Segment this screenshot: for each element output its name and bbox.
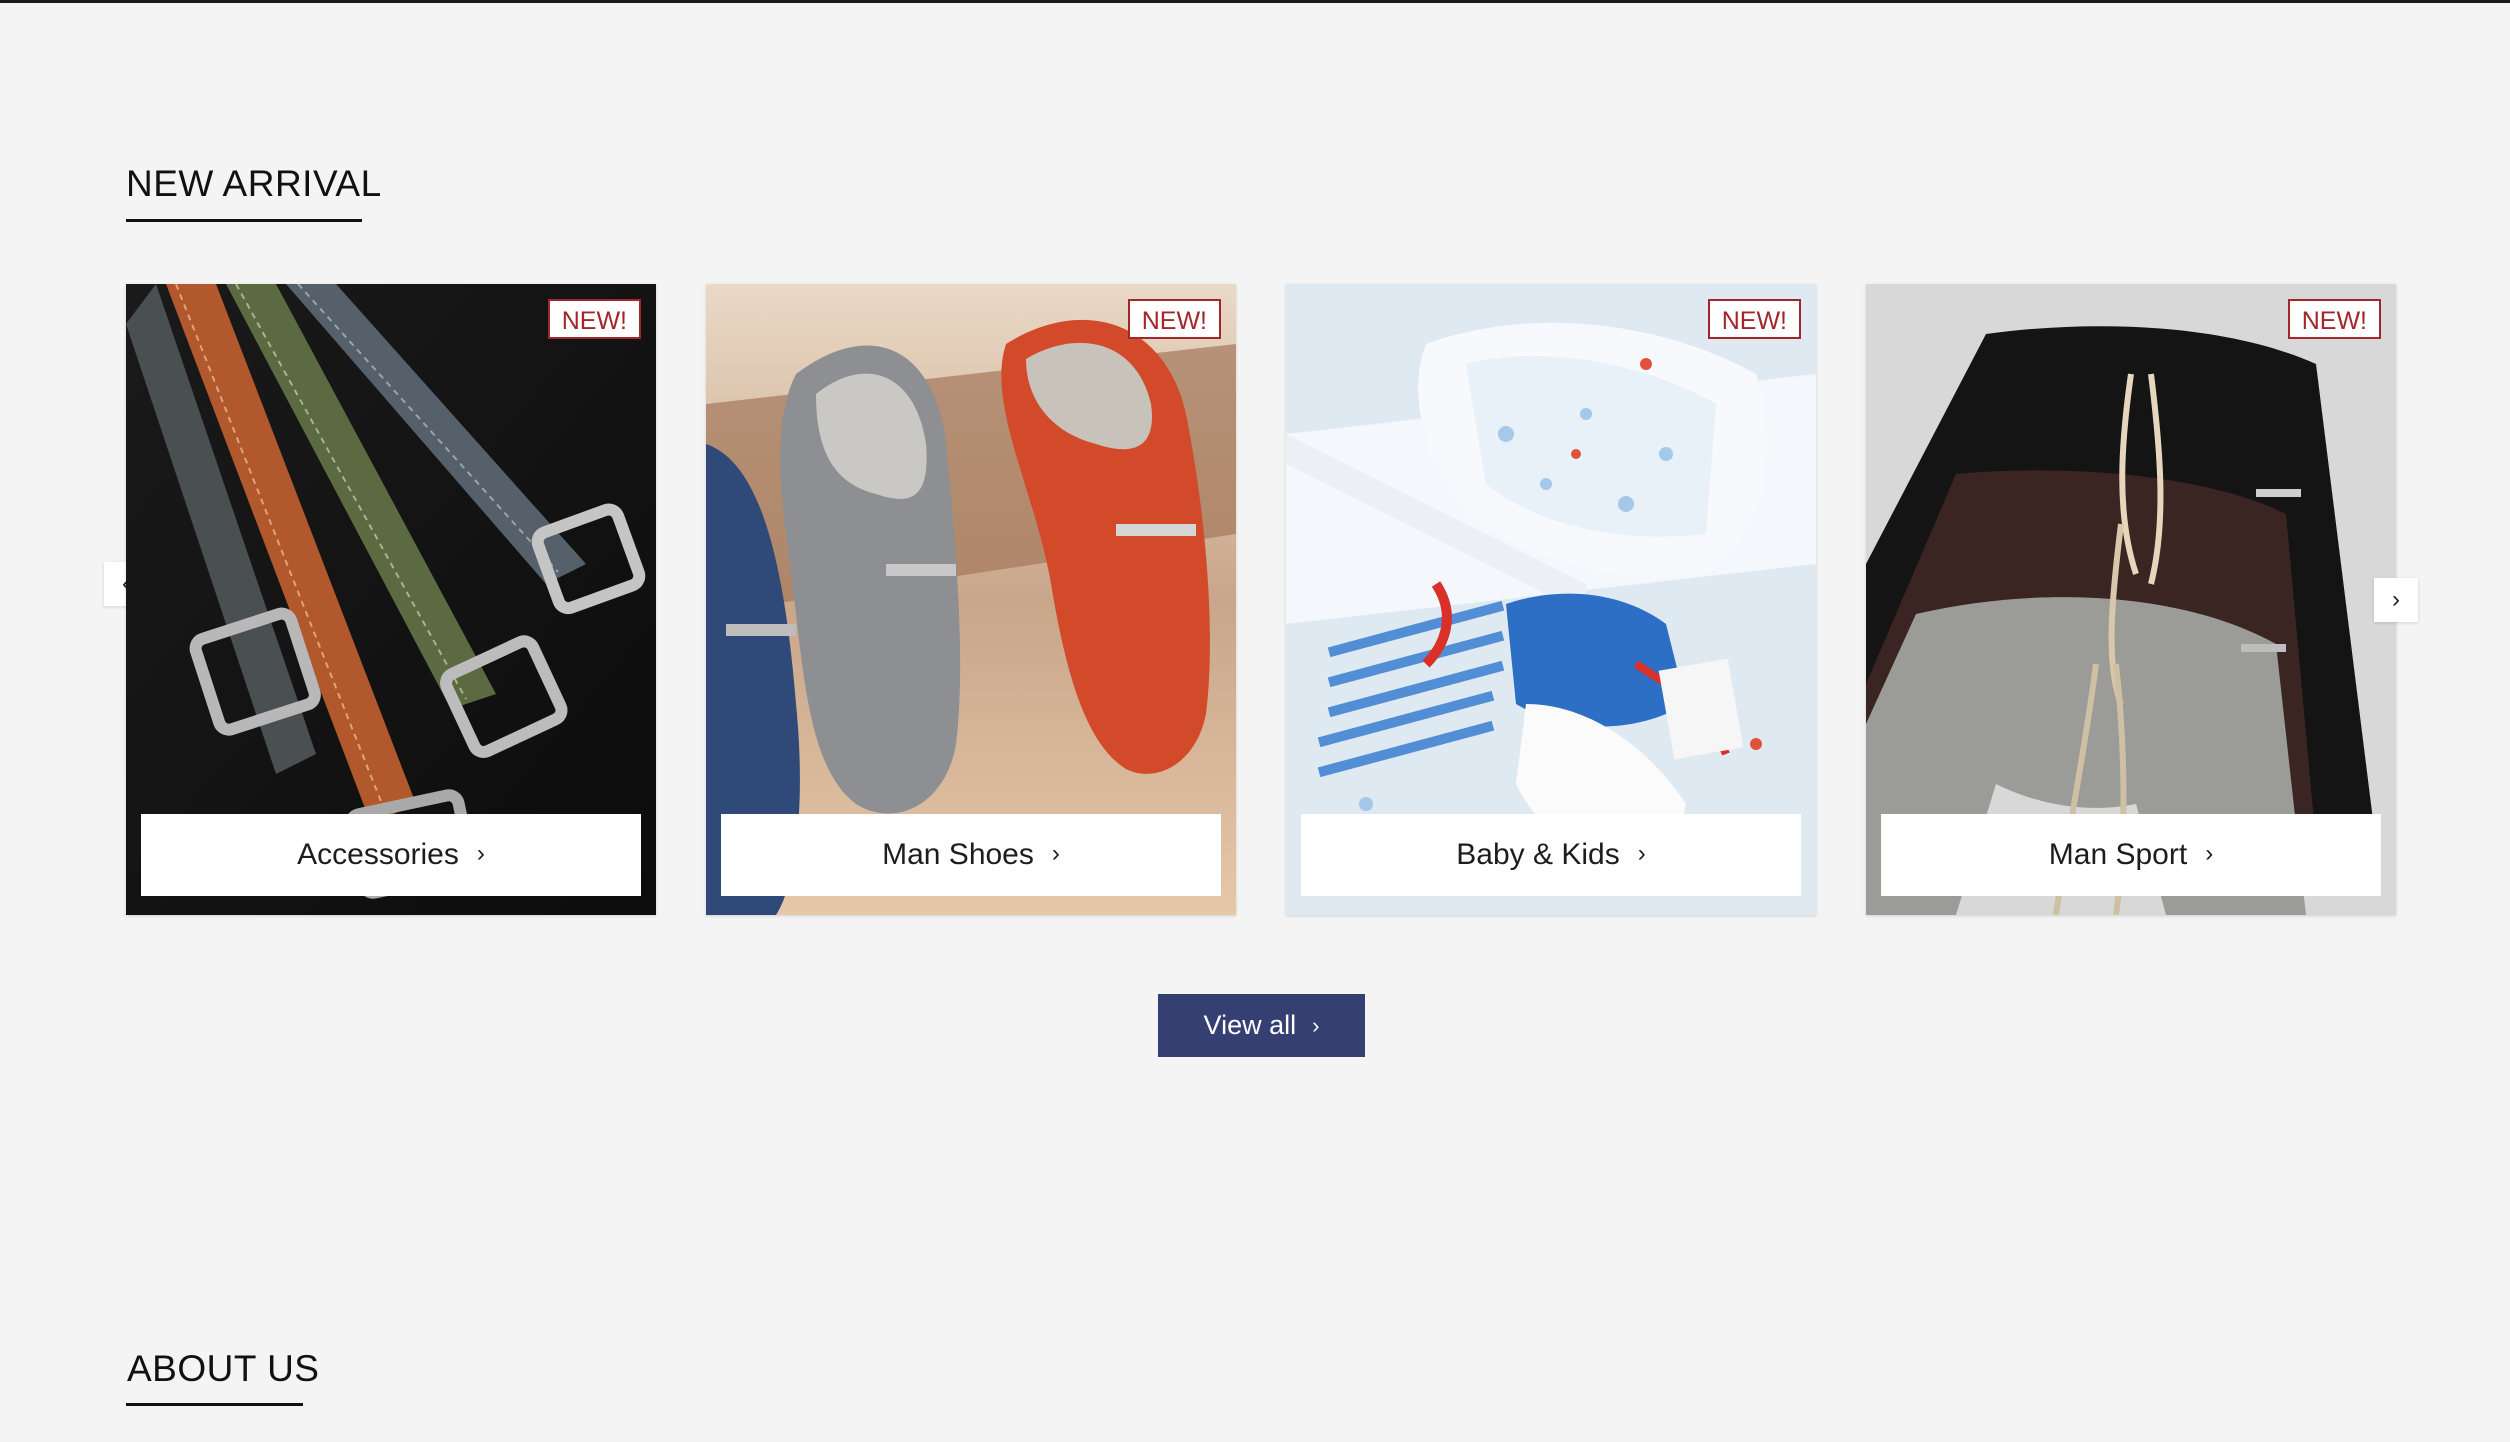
- view-all-label: View all: [1203, 1010, 1297, 1040]
- category-label-text: Man Shoes: [882, 838, 1034, 871]
- section-title-new-arrival: NEW ARRIVAL: [126, 163, 382, 204]
- section-title-underline: [126, 219, 362, 222]
- category-label-accessories[interactable]: Accessories ›: [141, 814, 641, 896]
- section-title-about-us: ABOUT US: [127, 1348, 320, 1389]
- category-label-text: Baby & Kids: [1456, 838, 1620, 871]
- chevron-right-icon: ›: [1637, 840, 1646, 867]
- carousel-next-button[interactable]: ›: [2374, 578, 2418, 622]
- chevron-right-icon: ›: [476, 840, 485, 867]
- new-badge: NEW!: [1127, 299, 1221, 339]
- chevron-right-icon: ›: [1051, 840, 1060, 867]
- chevron-right-icon: ›: [2205, 840, 2214, 867]
- category-card-man-shoes[interactable]: NEW! Man Shoes ›: [706, 284, 1236, 915]
- chevron-right-icon: ›: [2392, 586, 2400, 613]
- category-label-man-shoes[interactable]: Man Shoes ›: [721, 814, 1221, 896]
- new-badge: NEW!: [1707, 299, 1801, 339]
- chevron-right-icon: ›: [1312, 1012, 1320, 1038]
- top-rule: [0, 0, 2510, 3]
- category-card-baby-kids[interactable]: NEW! Baby & Kids ›: [1286, 284, 1816, 915]
- new-badge: NEW!: [2287, 299, 2381, 339]
- category-card-man-sport[interactable]: NEW! Man Sport ›: [1866, 284, 2396, 915]
- view-all-button[interactable]: View all ›: [1158, 994, 1365, 1057]
- section-title-underline: [126, 1403, 303, 1406]
- category-label-text: Accessories: [297, 838, 459, 871]
- category-label-baby-kids[interactable]: Baby & Kids ›: [1301, 814, 1801, 896]
- category-label-man-sport[interactable]: Man Sport ›: [1881, 814, 2381, 896]
- new-badge: NEW!: [547, 299, 641, 339]
- category-card-accessories[interactable]: NEW! Accessories ›: [126, 284, 656, 915]
- category-label-text: Man Sport: [2048, 838, 2188, 871]
